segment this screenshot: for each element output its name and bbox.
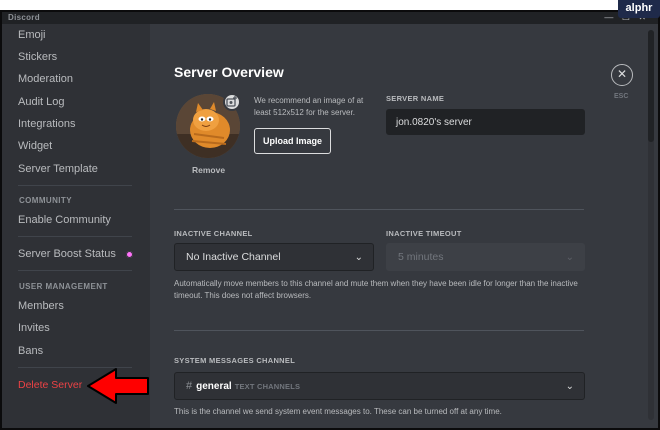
inactive-timeout-value: 5 minutes <box>398 251 444 263</box>
sidebar-separator <box>18 236 132 237</box>
minimize-icon[interactable]: — <box>604 12 613 22</box>
esc-label: ESC <box>614 93 629 100</box>
scrollbar-thumb[interactable] <box>648 30 654 142</box>
sidebar-item-integrations[interactable]: Integrations <box>18 118 75 130</box>
server-name-input[interactable]: jon.0820's server <box>386 109 585 135</box>
add-image-icon[interactable] <box>223 93 241 111</box>
system-messages-description: This is the channel we send system event… <box>174 407 502 416</box>
server-name-label: SERVER NAME <box>386 94 445 103</box>
sidebar-item-bans[interactable]: Bans <box>18 345 43 357</box>
icon-hint-text: We recommend an image of at least 512x51… <box>254 96 364 117</box>
chevron-down-icon: ⌄ <box>354 252 363 263</box>
sidebar-item-invites[interactable]: Invites <box>18 322 50 334</box>
sidebar-separator <box>18 270 132 271</box>
sidebar-header-user-management: USER MANAGEMENT <box>19 282 108 291</box>
inactive-timeout-select[interactable]: 5 minutes ⌄ <box>386 243 585 271</box>
sidebar-item-stickers[interactable]: Stickers <box>18 51 57 63</box>
red-arrow-annotation <box>87 368 149 404</box>
system-messages-label: SYSTEM MESSAGES CHANNEL <box>174 356 296 365</box>
sidebar-header-community: COMMUNITY <box>19 196 72 205</box>
inactive-channel-label: INACTIVE CHANNEL <box>174 229 253 238</box>
sidebar-item-server-template[interactable]: Server Template <box>18 163 98 175</box>
hash-icon: # <box>186 380 193 392</box>
title-bar: Discord — ☐ ✕ <box>2 12 658 24</box>
page-title: Server Overview <box>174 64 284 80</box>
inactive-channel-value: No Inactive Channel <box>186 251 281 263</box>
sidebar-item-members[interactable]: Members <box>18 300 64 312</box>
alphr-watermark: alphr <box>618 0 660 18</box>
chevron-down-icon: ⌄ <box>565 381 574 392</box>
sidebar-separator <box>18 185 132 186</box>
sidebar-item-server-boost-status[interactable]: Server Boost Status <box>18 248 116 260</box>
remove-icon-link[interactable]: Remove <box>192 165 225 175</box>
sidebar-item-delete-server[interactable]: Delete Server <box>18 379 82 391</box>
sidebar-item-enable-community[interactable]: Enable Community <box>18 214 111 226</box>
sidebar-item-widget[interactable]: Widget <box>18 140 52 152</box>
channel-name: general <box>196 381 232 392</box>
section-divider <box>174 330 584 331</box>
sidebar-item-emoji[interactable]: Emoji <box>18 29 46 41</box>
boost-icon <box>126 251 133 258</box>
inactive-channel-select[interactable]: No Inactive Channel ⌄ <box>174 243 374 271</box>
section-divider <box>174 209 584 210</box>
settings-content <box>150 24 658 428</box>
upload-image-button[interactable]: Upload Image <box>254 128 331 154</box>
channel-category: TEXT CHANNELS <box>234 382 301 391</box>
app-name: Discord <box>8 13 40 22</box>
sidebar-item-audit-log[interactable]: Audit Log <box>18 96 64 108</box>
sidebar-item-moderation[interactable]: Moderation <box>18 73 73 85</box>
chevron-down-icon: ⌄ <box>565 252 574 263</box>
close-icon[interactable]: ✕ <box>611 64 633 86</box>
system-messages-channel-select[interactable]: # general TEXT CHANNELS ⌄ <box>174 372 585 400</box>
inactive-timeout-label: INACTIVE TIMEOUT <box>386 229 462 238</box>
inactive-channel-description: Automatically move members to this chann… <box>174 279 578 300</box>
